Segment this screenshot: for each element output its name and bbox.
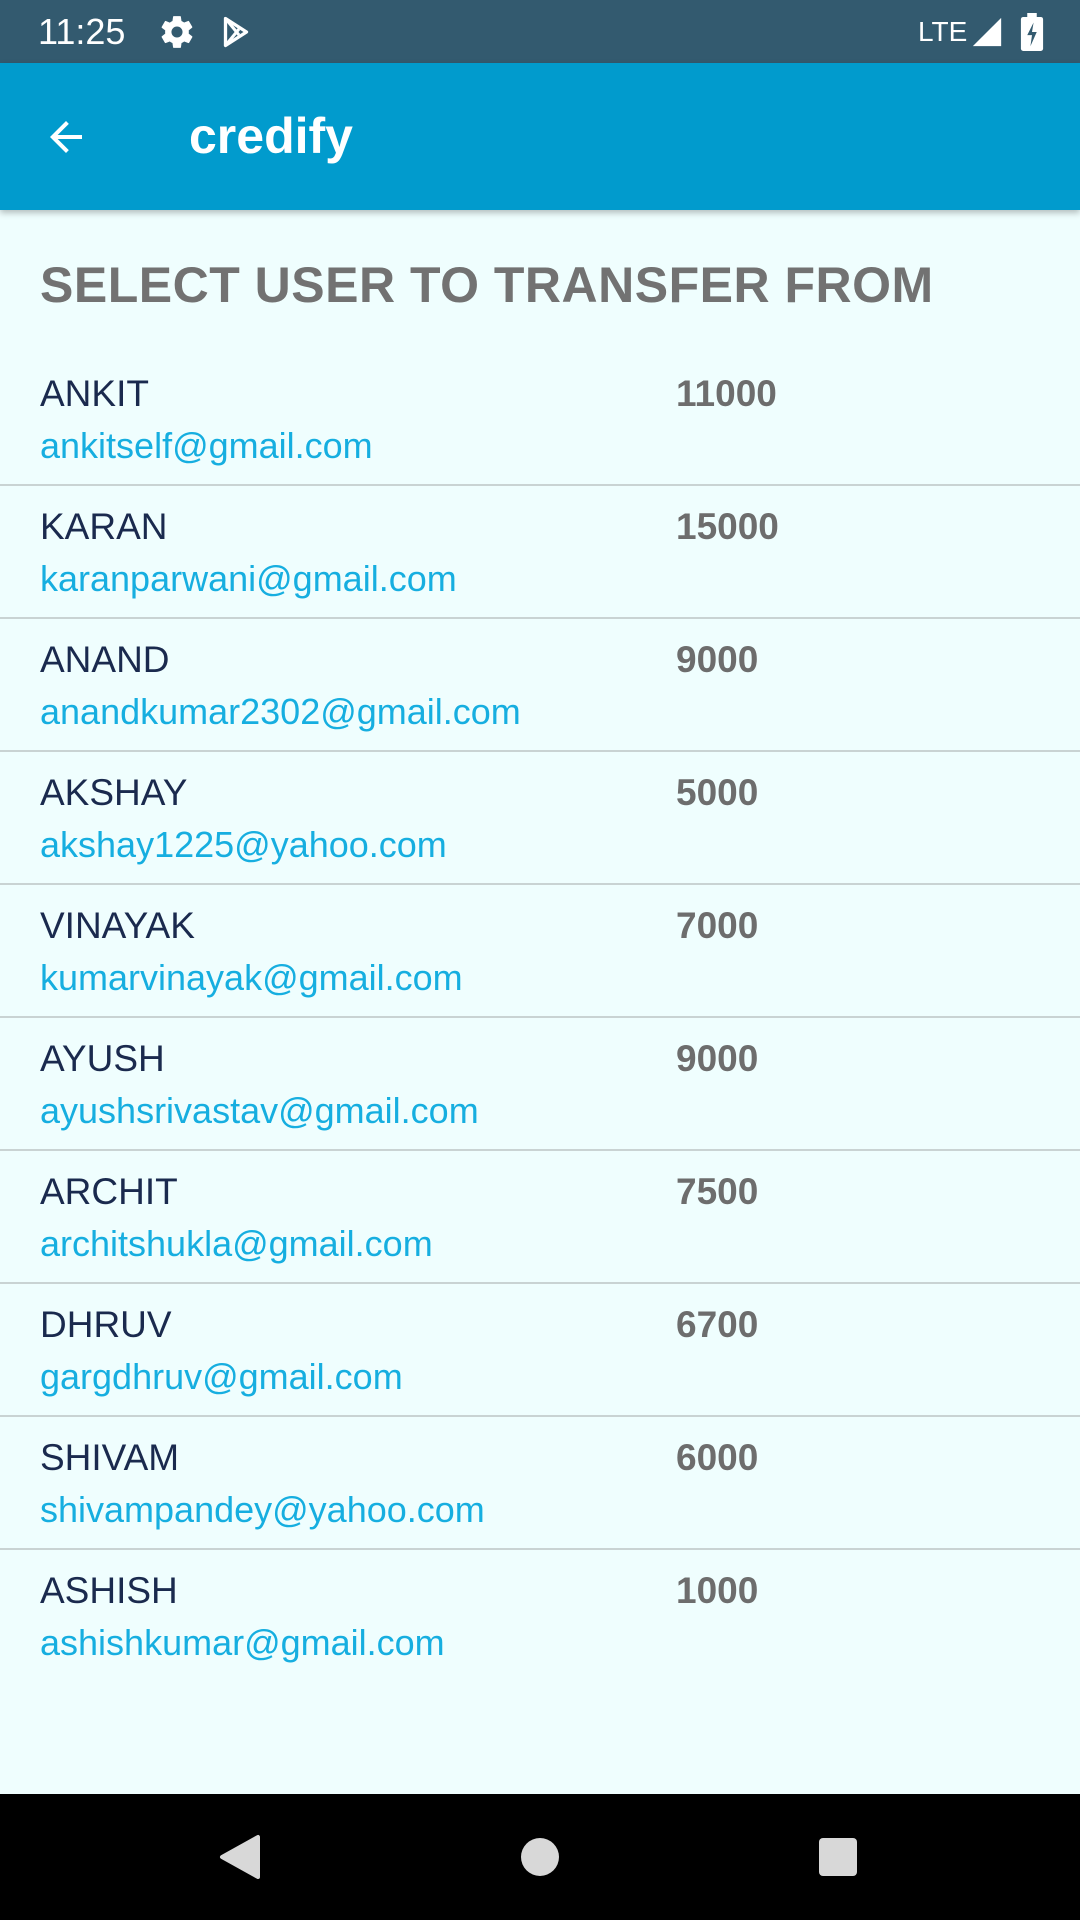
network-type-label: LTE [918,16,968,47]
recents-square-icon [818,1837,858,1877]
user-name: AKSHAY [40,772,188,813]
status-time: 11:25 [38,11,126,52]
user-email: ankitself@gmail.com [40,425,373,466]
user-name: AYUSH [40,1038,165,1079]
user-name: VINAYAK [40,905,195,946]
user-balance: 6700 [676,1304,759,1345]
user-email: ayushsrivastav@gmail.com [40,1090,479,1131]
app-title: credify [189,108,353,164]
user-email: ashishkumar@gmail.com [40,1622,445,1663]
user-balance: 11000 [676,373,777,414]
user-name: ASHISH [40,1570,178,1611]
play-store-icon [218,0,254,63]
user-email: karanparwani@gmail.com [40,558,457,599]
user-balance: 5000 [676,772,759,813]
user-balance: 9000 [676,1038,759,1079]
user-name: ANKIT [40,373,149,414]
back-triangle-icon [218,1833,262,1881]
user-list-item[interactable]: KARAN karanparwani@gmail.com 15000 [0,486,1080,619]
user-balance: 7000 [676,905,759,946]
user-email: architshukla@gmail.com [40,1223,433,1264]
arrow-back-icon [42,113,90,161]
page-heading: SELECT USER TO TRANSFER FROM [40,257,934,313]
user-list-item[interactable]: VINAYAK kumarvinayak@gmail.com 7000 [0,885,1080,1018]
user-name: SHIVAM [40,1437,180,1478]
nav-recents-button[interactable] [778,1794,898,1920]
user-list-item[interactable]: DHRUV gargdhruv@gmail.com 6700 [0,1284,1080,1417]
signal-icon [970,0,1004,63]
user-list-item[interactable]: AKSHAY akshay1225@yahoo.com 5000 [0,752,1080,885]
user-name: ARCHIT [40,1171,178,1212]
system-nav-bar [0,1794,1080,1920]
user-balance: 15000 [676,506,779,547]
nav-home-button[interactable] [480,1794,600,1920]
user-list-item[interactable]: ANKIT ankitself@gmail.com 11000 [0,353,1080,486]
user-list: ANKIT ankitself@gmail.com 11000 KARAN ka… [0,353,1080,1683]
status-bar: 11:25 LTE [0,0,1080,63]
user-balance: 6000 [676,1437,759,1478]
user-email: gargdhruv@gmail.com [40,1356,403,1397]
user-email: kumarvinayak@gmail.com [40,957,463,998]
battery-charging-icon [1020,0,1044,63]
user-balance: 9000 [676,639,759,680]
gear-icon [158,0,196,63]
user-email: akshay1225@yahoo.com [40,824,447,865]
user-balance: 7500 [676,1171,759,1212]
main-content: SELECT USER TO TRANSFER FROM ANKIT ankit… [0,210,1080,1794]
user-list-item[interactable]: ARCHIT architshukla@gmail.com 7500 [0,1151,1080,1284]
user-name: DHRUV [40,1304,172,1345]
user-list-item[interactable]: ASHISH ashishkumar@gmail.com 1000 [0,1550,1080,1683]
user-list-item[interactable]: AYUSH ayushsrivastav@gmail.com 9000 [0,1018,1080,1151]
user-name: ANAND [40,639,170,680]
nav-back-button[interactable] [180,1794,300,1920]
app-bar: credify [0,63,1080,210]
user-email: anandkumar2302@gmail.com [40,691,521,732]
back-button[interactable] [28,99,104,175]
user-email: shivampandey@yahoo.com [40,1489,485,1530]
home-circle-icon [520,1837,560,1877]
user-balance: 1000 [676,1570,759,1611]
user-list-item[interactable]: ANAND anandkumar2302@gmail.com 9000 [0,619,1080,752]
user-name: KARAN [40,506,168,547]
user-list-item[interactable]: SHIVAM shivampandey@yahoo.com 6000 [0,1417,1080,1550]
